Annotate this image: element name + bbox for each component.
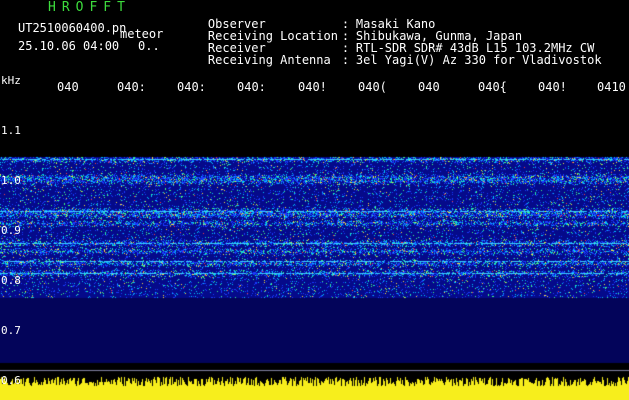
y-axis-label: 0.6 [1,374,21,387]
app-title: HROFFT [48,0,131,15]
time-tick: 040: [117,80,146,94]
time-tick: 040! [538,80,567,94]
time-tick: 040! [298,80,327,94]
time-tick: 0410 [597,80,626,94]
info-value: 3el Yagi(V) Az 330 for Vladivostok [355,53,602,67]
y-axis-unit: kHz [1,74,21,87]
meteor-count: 0.. [138,39,160,53]
time-tick: 040{ [478,80,507,94]
spectrogram-canvas [0,93,629,400]
info-sep: : [341,53,350,67]
y-axis-label: 1.1 [1,124,21,137]
info-key: Receiving Antenna [207,53,331,67]
y-axis-label: 0.8 [1,274,21,287]
time-tick: 040 [57,80,79,94]
info-row-antenna: Receiving Antenna:3el Yagi(V) Az 330 for… [179,42,602,78]
y-axis-label: 1.0 [1,174,21,187]
time-tick: 040: [177,80,206,94]
y-axis-label: 0.7 [1,324,21,337]
file-name: UT2510060400.pn [18,21,127,35]
time-tick: 040 [418,80,440,94]
y-axis-label: 0.9 [1,224,21,237]
hrofft-window: HROFFT UT2510060400.pn meteor 25.10.06 0… [0,0,629,400]
observation-datetime: 25.10.06 04:00 [18,39,120,53]
time-tick: 040: [237,80,266,94]
time-tick: 040( [358,80,387,94]
